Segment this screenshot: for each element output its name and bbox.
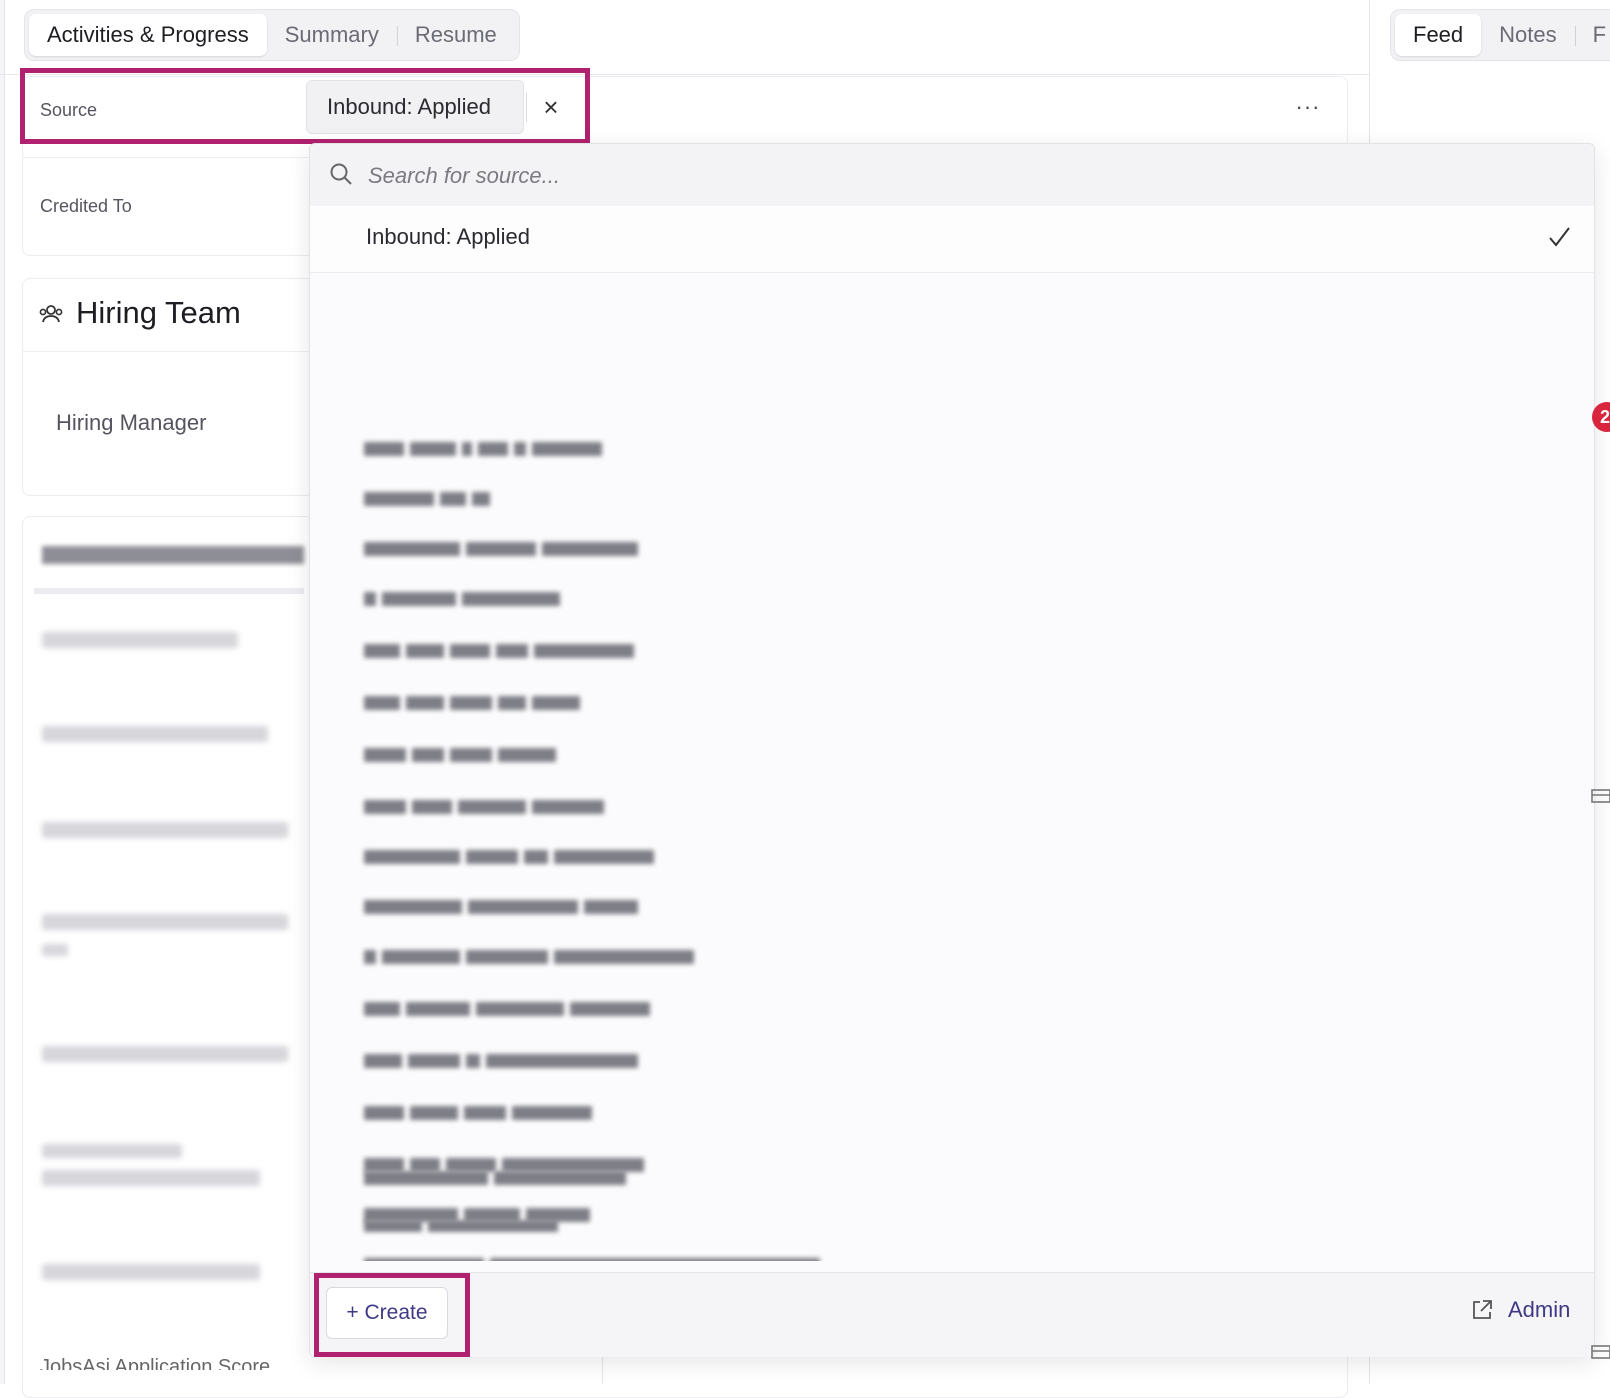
redacted-field bbox=[42, 1144, 182, 1158]
option-redacted[interactable] bbox=[364, 893, 638, 921]
option-redacted[interactable] bbox=[364, 485, 490, 513]
option-redacted[interactable] bbox=[364, 741, 556, 769]
option-label: Inbound: Applied bbox=[366, 224, 530, 249]
option-redacted[interactable] bbox=[364, 1047, 638, 1075]
redacted-field bbox=[42, 1046, 288, 1062]
admin-link[interactable]: Admin bbox=[1470, 1297, 1570, 1323]
hiring-manager-label: Hiring Manager bbox=[56, 410, 207, 435]
right-tabs: Feed Notes F bbox=[1390, 9, 1610, 61]
redacted-field bbox=[42, 726, 268, 742]
option-redacted[interactable] bbox=[364, 689, 580, 717]
search-icon bbox=[330, 163, 352, 185]
tab-more[interactable]: F bbox=[1574, 14, 1610, 56]
search-input[interactable] bbox=[366, 156, 1170, 196]
tab-resume[interactable]: Resume bbox=[396, 14, 515, 56]
admin-label: Admin bbox=[1508, 1297, 1571, 1322]
side-tool-icon[interactable] bbox=[1590, 784, 1610, 806]
external-link-icon bbox=[1473, 1300, 1492, 1319]
option-redacted[interactable] bbox=[364, 1171, 626, 1185]
option-redacted[interactable] bbox=[364, 1251, 820, 1261]
credited-to-label: Credited To bbox=[40, 196, 132, 216]
tab-summary[interactable]: Summary bbox=[267, 14, 397, 56]
option-list bbox=[310, 273, 1594, 1261]
redacted-heading bbox=[42, 546, 304, 564]
column-divider bbox=[602, 1356, 603, 1384]
source-highlight-box bbox=[20, 68, 590, 144]
option-redacted[interactable] bbox=[364, 535, 638, 563]
check-icon bbox=[1549, 227, 1570, 247]
left-tabs: Activities & Progress Summary Resume bbox=[24, 9, 520, 61]
option-redacted[interactable] bbox=[364, 1220, 558, 1232]
search-row bbox=[310, 144, 1594, 207]
option-selected[interactable]: Inbound: Applied bbox=[310, 206, 1594, 273]
side-tool-icon[interactable] bbox=[1590, 1340, 1610, 1362]
tab-notes[interactable]: Notes bbox=[1481, 14, 1574, 56]
tab-feed[interactable]: Feed bbox=[1395, 14, 1482, 56]
redacted-field bbox=[42, 914, 288, 930]
tab-activities-progress[interactable]: Activities & Progress bbox=[29, 14, 267, 56]
application-score-label: JobsAsi Application Score bbox=[40, 1356, 271, 1370]
option-redacted[interactable] bbox=[364, 995, 650, 1023]
option-redacted[interactable] bbox=[364, 435, 602, 463]
option-redacted[interactable] bbox=[364, 843, 654, 871]
redacted-field bbox=[42, 944, 68, 956]
option-redacted[interactable] bbox=[364, 637, 634, 665]
redacted-field bbox=[42, 1170, 260, 1186]
create-highlight-box bbox=[314, 1273, 470, 1357]
option-redacted[interactable] bbox=[364, 585, 560, 613]
hiring-team-title: Hiring Team bbox=[76, 295, 241, 330]
option-redacted[interactable] bbox=[364, 1099, 592, 1127]
redacted-field bbox=[42, 632, 238, 648]
row-divider bbox=[34, 588, 304, 594]
people-icon bbox=[39, 305, 63, 323]
redacted-field bbox=[42, 822, 288, 838]
dropdown-footer: + Create Admin bbox=[310, 1272, 1594, 1357]
redacted-field bbox=[42, 1264, 260, 1280]
option-redacted[interactable] bbox=[364, 793, 604, 821]
more-icon[interactable]: ··· bbox=[1293, 94, 1323, 119]
option-redacted[interactable] bbox=[364, 943, 694, 971]
source-dropdown: Inbound: Applied + Create bbox=[309, 143, 1595, 1357]
